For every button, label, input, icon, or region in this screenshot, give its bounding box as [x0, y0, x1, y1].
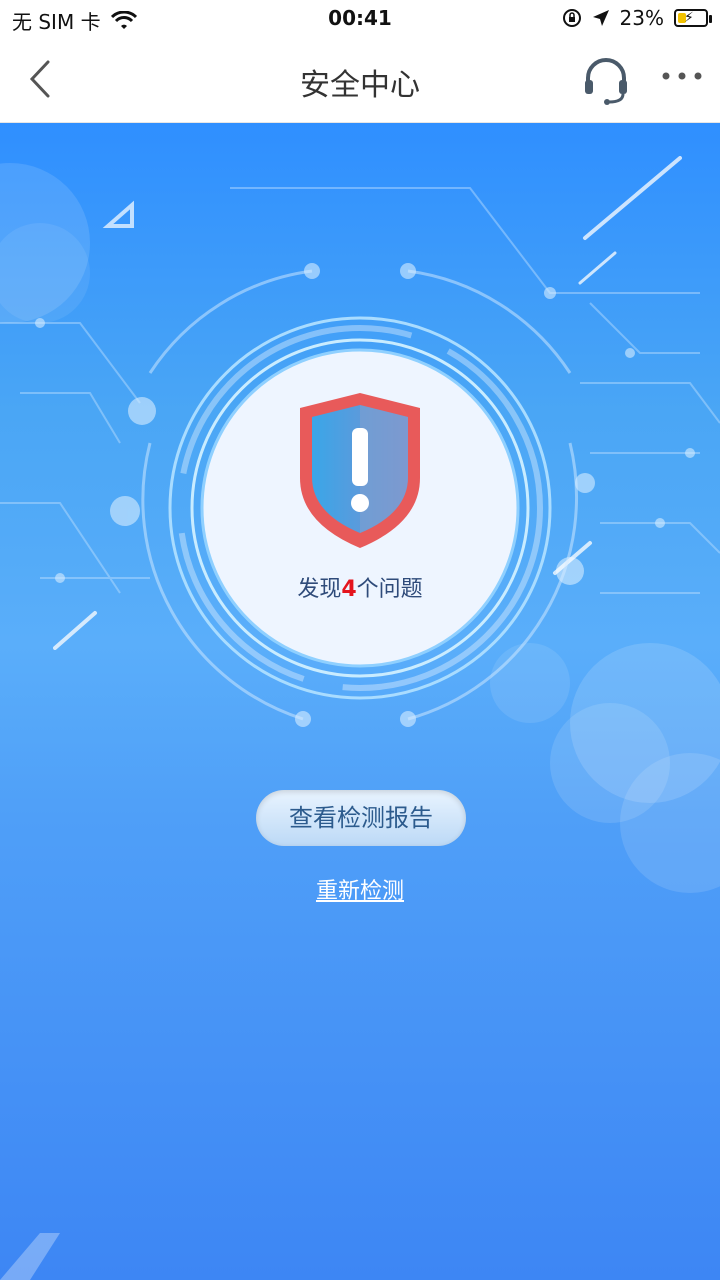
battery-icon: ⚡: [674, 9, 712, 27]
headset-icon: [585, 58, 627, 105]
more-button[interactable]: [660, 66, 704, 86]
view-report-button[interactable]: 查看检测报告: [256, 790, 466, 846]
customer-service-button[interactable]: [580, 54, 632, 106]
navigation-bar: 安全中心: [0, 36, 720, 123]
status-right: 23% ⚡: [562, 6, 712, 30]
orientation-lock-icon: [562, 9, 581, 27]
location-arrow-icon: [592, 10, 609, 26]
issue-count: 4: [341, 577, 357, 602]
scan-indicator: [168, 316, 552, 700]
issue-summary: 发现4个问题: [210, 571, 510, 603]
ellipsis-icon: [662, 72, 702, 80]
rescan-link[interactable]: 重新检测: [300, 873, 420, 905]
status-bar: 无 SIM 卡 00:41 23% ⚡: [0, 0, 720, 36]
issue-suffix: 个问题: [356, 577, 423, 602]
security-center-panel: 发现4个问题 查看检测报告 重新检测: [0, 123, 720, 1280]
battery-percent: 23%: [619, 6, 664, 30]
issue-prefix: 发现: [297, 577, 342, 602]
